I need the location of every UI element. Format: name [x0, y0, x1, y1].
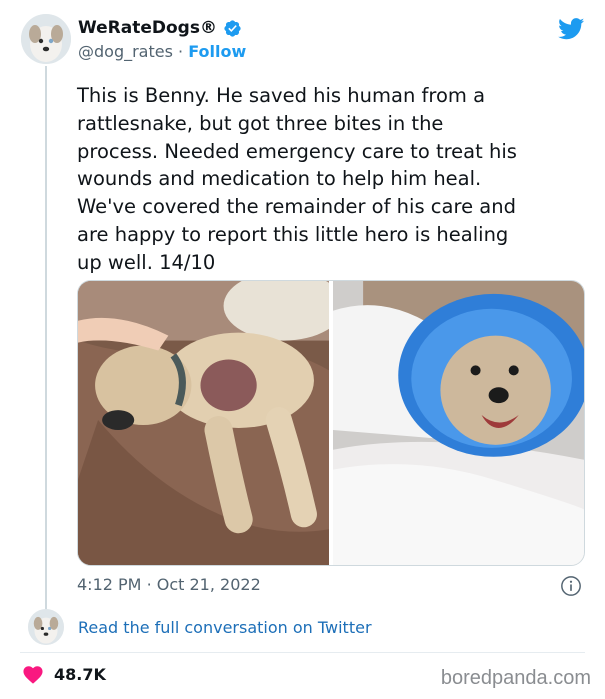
author-display-name[interactable]: WeRateDogs®	[78, 18, 217, 38]
verified-badge-icon	[224, 19, 241, 37]
conversation-avatar[interactable]	[28, 609, 64, 645]
tweet-time: 4:12 PM	[77, 575, 142, 594]
divider	[20, 652, 585, 653]
tweet-media[interactable]	[77, 280, 585, 566]
author-avatar[interactable]	[21, 14, 71, 64]
tweet-date: Oct 21, 2022	[156, 575, 261, 594]
dog-avatar-icon	[21, 14, 71, 64]
read-conversation-link[interactable]: Read the full conversation on Twitter	[78, 618, 372, 637]
like-row[interactable]: 48.7K	[22, 664, 106, 684]
handle-separator: ·	[178, 42, 184, 61]
dog-lying-on-bed-photo[interactable]	[78, 281, 329, 565]
dog-avatar-icon	[28, 609, 64, 645]
conversation-row[interactable]: Read the full conversation on Twitter	[28, 609, 372, 645]
timestamp-separator: ·	[146, 575, 152, 594]
like-count: 48.7K	[54, 664, 106, 684]
info-icon[interactable]	[560, 575, 582, 597]
tweet-timestamp[interactable]: 4:12 PM · Oct 21, 2022	[77, 575, 261, 594]
tweet-text: This is Benny. He saved his human from a…	[77, 84, 517, 274]
tweet-header: WeRateDogs® @dog_rates · Follow	[21, 14, 587, 70]
author-handle[interactable]: @dog_rates	[78, 42, 173, 61]
dog-in-cone-photo[interactable]	[333, 281, 584, 565]
twitter-bird-icon[interactable]	[558, 18, 585, 40]
watermark: boredpanda.com	[440, 667, 591, 689]
follow-button[interactable]: Follow	[188, 42, 246, 61]
heart-icon[interactable]	[22, 664, 44, 684]
thread-line	[45, 66, 47, 611]
